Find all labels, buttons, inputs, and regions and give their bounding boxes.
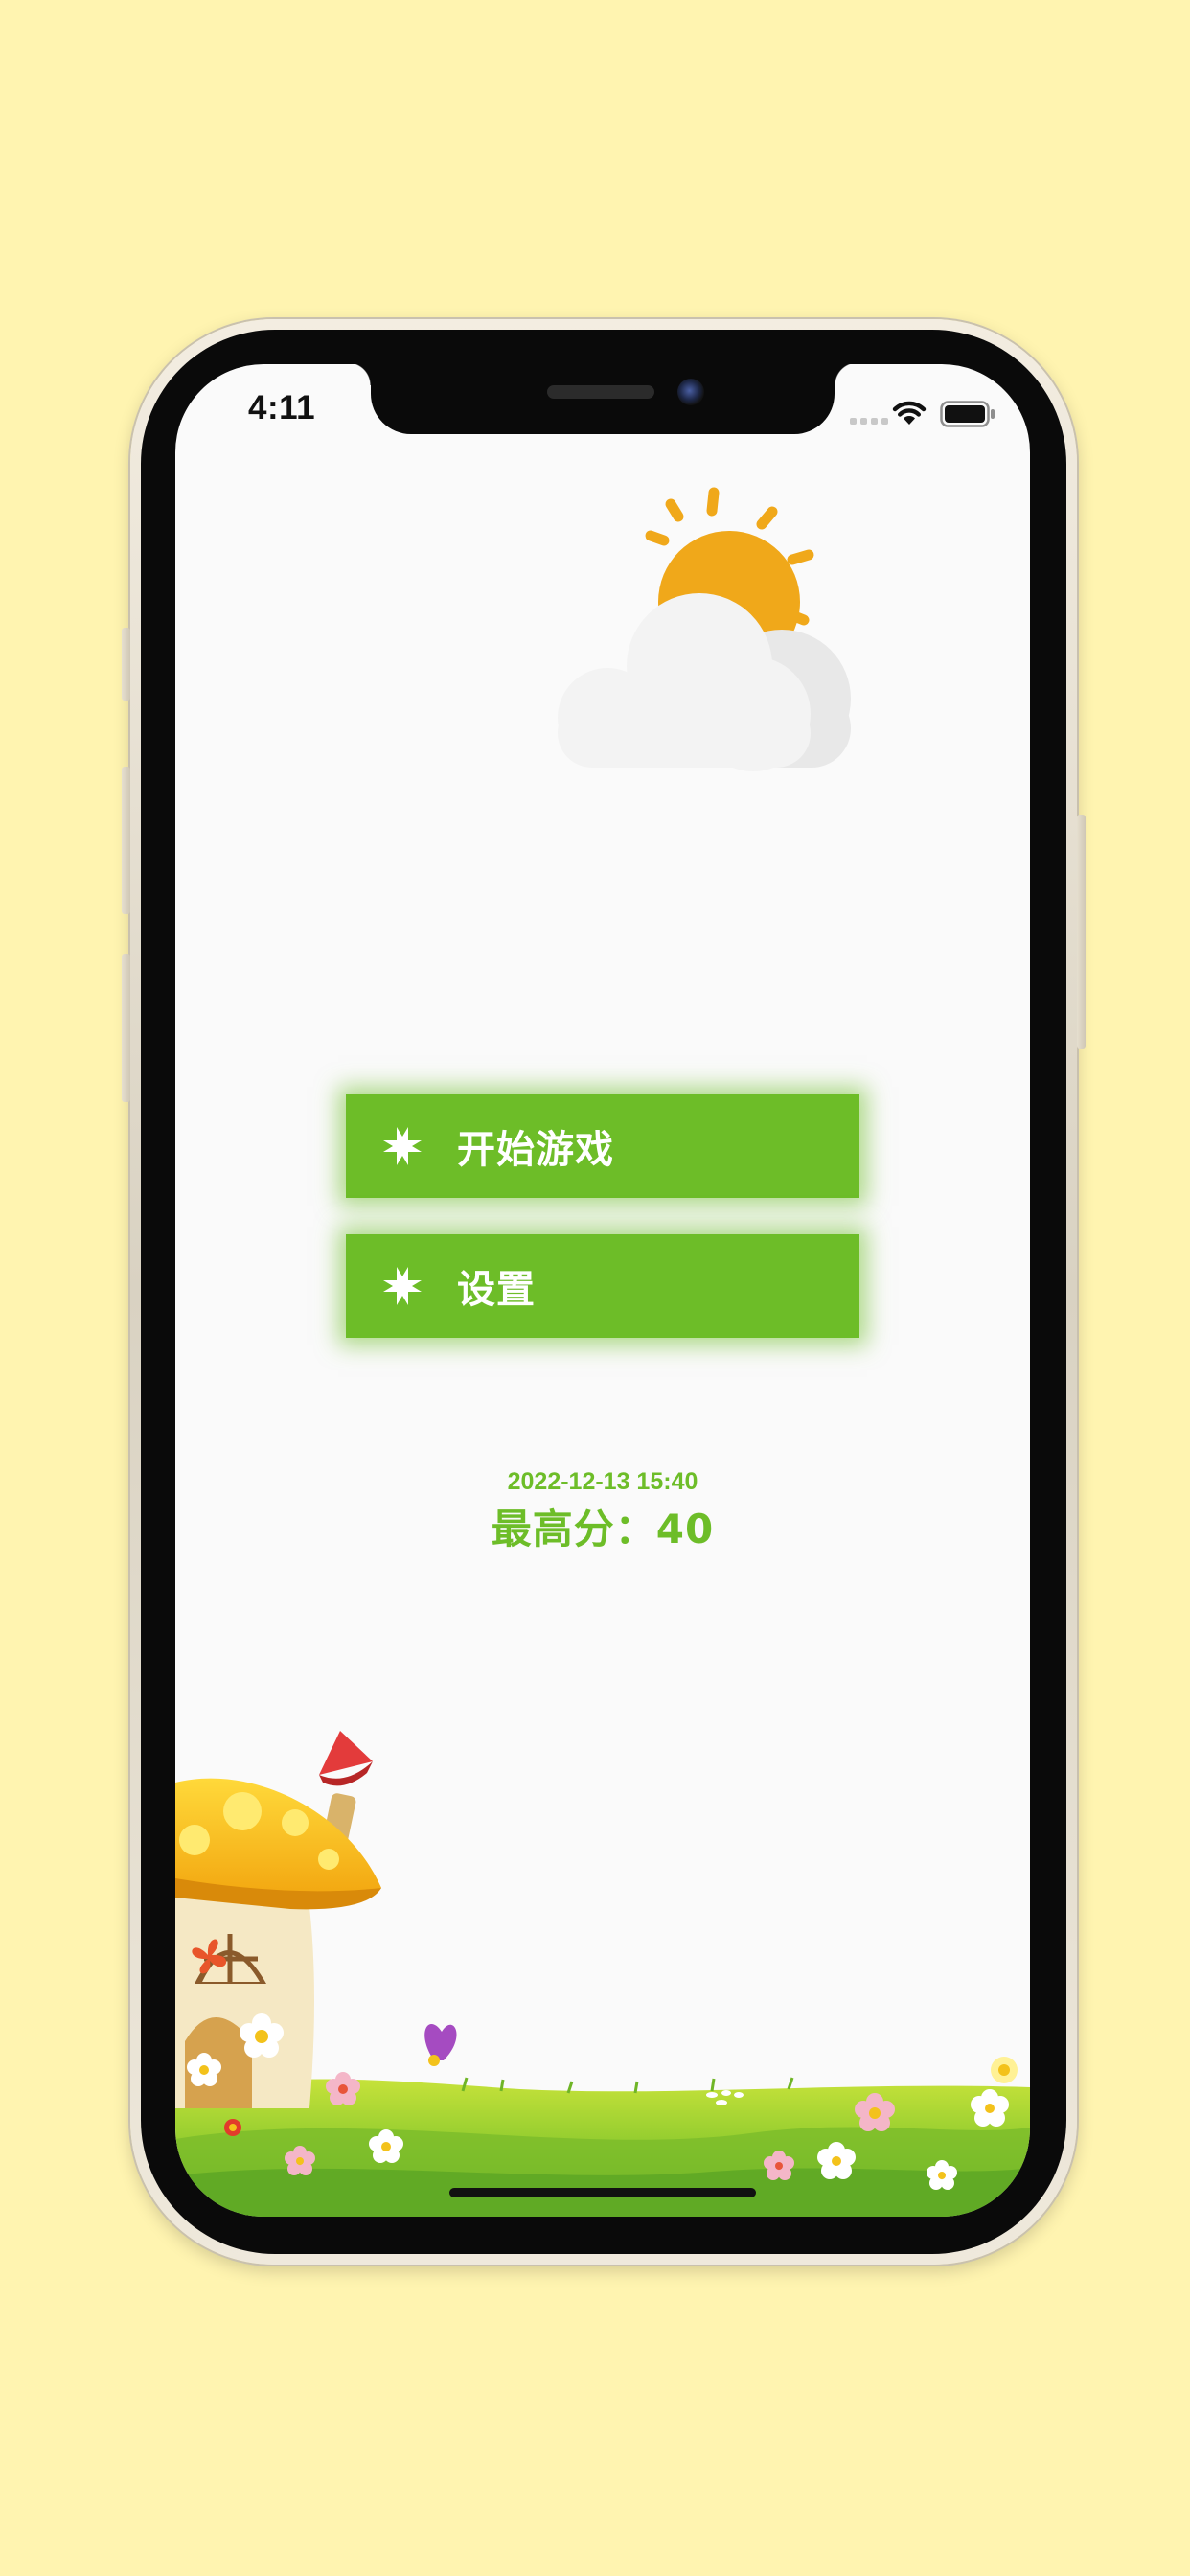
notch (348, 364, 858, 434)
start-game-label: 开始游戏 (457, 1128, 614, 1172)
high-score-date: 2022-12-13 15:40 (507, 1468, 698, 1495)
gamepad-icon (383, 1127, 422, 1165)
status-time: 4:11 (248, 389, 316, 426)
mute-switch (122, 628, 130, 701)
volume-up-button (122, 767, 130, 914)
start-game-button[interactable]: 开始游戏 (346, 1094, 859, 1198)
settings-button[interactable]: 设置 (346, 1234, 859, 1338)
power-button (1077, 815, 1086, 1049)
speaker-grille (547, 385, 654, 399)
settings-label: 设置 (457, 1268, 536, 1312)
sun-cloud-icon (558, 487, 851, 771)
home-indicator[interactable] (449, 2188, 756, 2197)
front-camera (677, 379, 704, 405)
volume-down-button (122, 954, 130, 1102)
gamepad-icon (383, 1267, 422, 1305)
screen: 4:11 开始游戏 设置 2022-12-13 15:40 最高分：40 (175, 364, 1030, 2217)
battery-icon (940, 401, 995, 427)
high-score-text: 最高分：40 (491, 1506, 715, 1552)
cellular-signal-icon (850, 418, 888, 425)
wifi-icon (892, 401, 927, 425)
mushroom-house-meadow-illustration (175, 1731, 1030, 2217)
